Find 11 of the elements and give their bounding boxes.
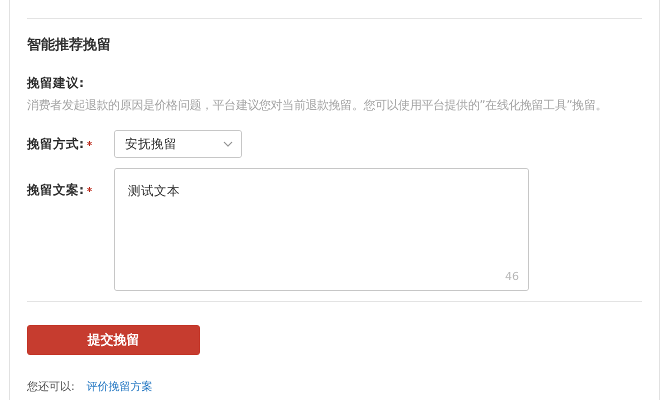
chevron-down-icon (223, 141, 233, 147)
char-counter: 46 (505, 270, 519, 283)
method-select[interactable]: 安抚挽留 (114, 130, 242, 158)
section-title: 智能推荐挽留 (27, 36, 112, 54)
copy-label: 挽留文案: (27, 182, 84, 199)
advice-label: 挽留建议: (27, 75, 84, 90)
footer-prefix: 您还可以: (27, 379, 75, 394)
submit-button[interactable]: 提交挽留 (27, 325, 200, 355)
rate-plan-link[interactable]: 评价挽留方案 (86, 379, 153, 394)
advice-text: 消费者发起退款的原因是价格问题，平台建议您对当前退款挽留。您可以使用平台提供的”在线化挽留工具”挽留。 (27, 97, 608, 114)
method-label: 挽留方式: (27, 136, 84, 153)
